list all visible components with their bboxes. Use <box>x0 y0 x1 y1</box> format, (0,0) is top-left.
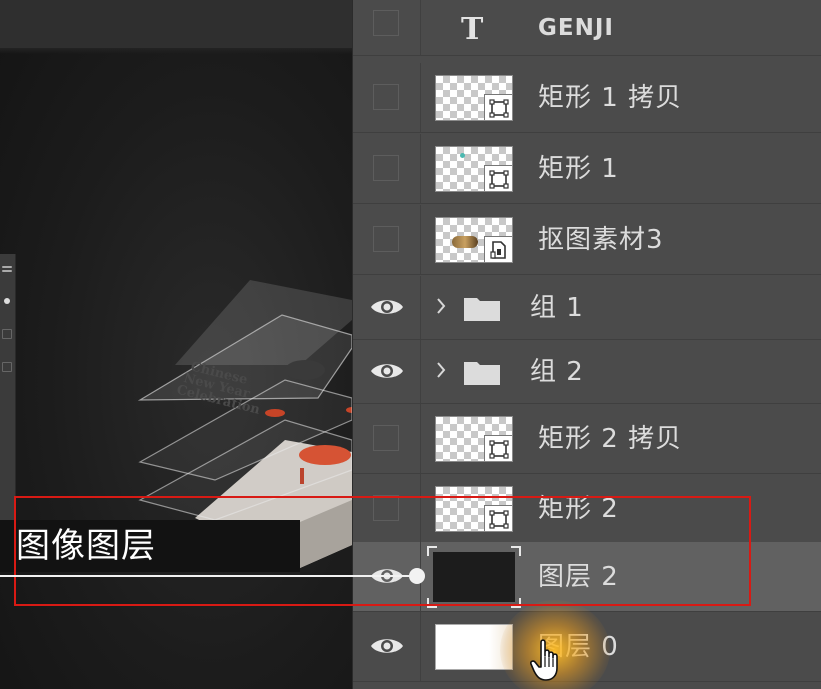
annotation-label: 图像图层 <box>16 526 156 566</box>
layer-thumbnail[interactable] <box>435 75 513 121</box>
visibility-column <box>353 474 421 543</box>
panel-swatch-icon-2[interactable] <box>2 362 12 372</box>
layer-name[interactable]: 矩形 2 拷贝 <box>538 404 682 474</box>
vector-mask-icon <box>484 94 512 120</box>
layer-thumbnail[interactable] <box>435 486 513 532</box>
layer-row-rect1-copy[interactable]: 矩形 1 拷贝 <box>353 63 821 133</box>
visibility-column <box>353 63 421 132</box>
layer-name[interactable]: 矩形 2 <box>538 474 619 544</box>
selection-corner-bl <box>427 598 437 608</box>
text-type-icon: T <box>461 12 484 47</box>
layer-row-rect1[interactable]: 矩形 1 <box>353 134 821 204</box>
selection-corner-tl <box>427 546 437 556</box>
visibility-toggle[interactable] <box>373 425 399 451</box>
layer-thumbnail[interactable] <box>433 552 515 602</box>
visibility-column <box>353 612 421 681</box>
chevron-right-icon[interactable] <box>435 296 447 316</box>
layers-panel: T GENJI 矩形 1 拷贝 矩形 1 抠图素材3 组 1 组 2 矩形 2 … <box>352 0 821 689</box>
layer-thumbnail[interactable] <box>435 416 513 462</box>
layer-row-cutout-material[interactable]: 抠图素材3 <box>353 205 821 275</box>
layer-thumbnail[interactable] <box>435 146 513 192</box>
folder-icon <box>464 298 500 321</box>
layer-row-rect2[interactable]: 矩形 2 <box>353 474 821 544</box>
layer-name[interactable]: 组 1 <box>530 276 584 340</box>
visibility-toggle[interactable] <box>373 155 399 181</box>
smart-object-icon <box>484 236 512 262</box>
visibility-toggle[interactable] <box>373 226 399 252</box>
hand-cursor-icon <box>530 639 558 681</box>
thumbnail-object <box>452 236 478 248</box>
layer-thumbnail[interactable] <box>435 217 513 263</box>
document-canvas[interactable]: Chinese New Year Celebration <box>0 0 352 689</box>
layer-name[interactable]: 抠图素材3 <box>538 205 664 275</box>
collapsed-side-panel[interactable] <box>0 254 16 522</box>
annotation-pointer-dot <box>409 568 425 584</box>
layer-name[interactable]: GENJI <box>538 0 614 60</box>
visibility-toggle[interactable] <box>373 495 399 521</box>
panel-menu-icon-line <box>2 270 12 272</box>
visibility-column <box>353 276 421 339</box>
eye-icon[interactable] <box>370 296 404 318</box>
selection-corner-tr <box>511 546 521 556</box>
visibility-column <box>353 340 421 403</box>
visibility-toggle[interactable] <box>373 10 399 36</box>
visibility-column <box>353 404 421 473</box>
panel-swatch-icon[interactable] <box>2 329 12 339</box>
card-emblem <box>285 360 325 380</box>
panel-menu-icon[interactable] <box>2 266 12 268</box>
chevron-right-icon[interactable] <box>435 360 447 380</box>
layer-name[interactable]: 组 2 <box>530 340 584 404</box>
visibility-toggle[interactable] <box>373 84 399 110</box>
layer-name[interactable]: 矩形 1 拷贝 <box>538 63 682 133</box>
annotation-pointer-line <box>0 575 418 577</box>
layer-row-group2[interactable]: 组 2 <box>353 340 821 404</box>
layer-name[interactable]: 矩形 1 <box>538 134 619 204</box>
layer-row-genji[interactable]: T GENJI <box>353 0 821 56</box>
visibility-column <box>353 205 421 274</box>
thumbnail-speck <box>460 153 465 158</box>
panel-dot-icon <box>4 298 10 304</box>
visibility-column <box>353 0 421 55</box>
vector-mask-icon <box>484 165 512 191</box>
layer-row-group1[interactable]: 组 1 <box>353 276 821 340</box>
selection-corner-br <box>511 598 521 608</box>
vector-mask-icon <box>484 435 512 461</box>
visibility-column <box>353 134 421 203</box>
eye-icon[interactable] <box>370 635 404 657</box>
exploded-layers-illustration: Chinese New Year Celebration <box>137 280 352 568</box>
layer-row-rect2-copy[interactable]: 矩形 2 拷贝 <box>353 404 821 474</box>
folder-icon <box>464 362 500 385</box>
eye-icon[interactable] <box>370 360 404 382</box>
vector-mask-icon <box>484 505 512 531</box>
